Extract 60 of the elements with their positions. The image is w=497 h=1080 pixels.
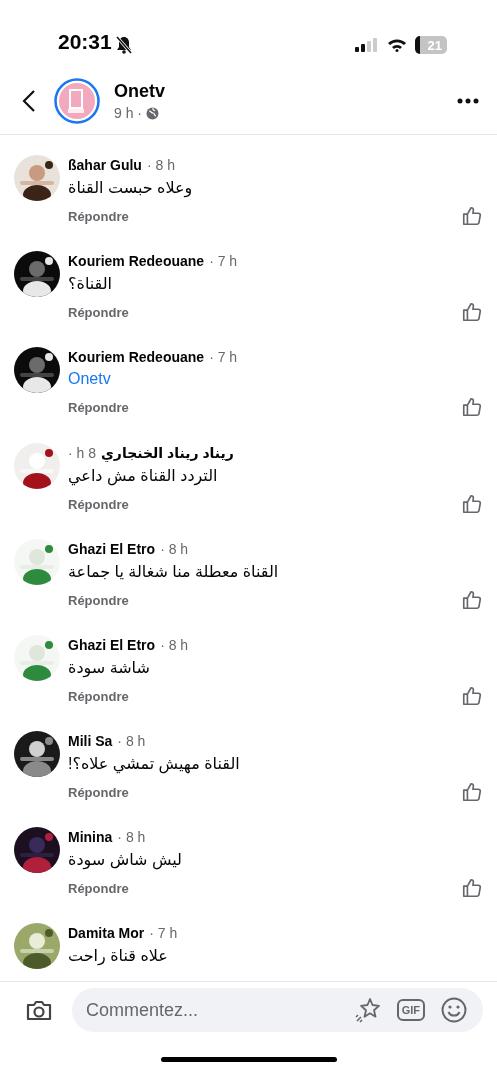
comment-field[interactable]: Commentez... GIF	[72, 988, 483, 1032]
page-title: Onetv	[114, 81, 165, 102]
mention-link[interactable]: Onetv	[68, 370, 111, 388]
like-icon[interactable]	[461, 205, 483, 227]
camera-icon[interactable]	[26, 999, 52, 1021]
reply-link[interactable]: Répondre	[68, 688, 129, 704]
like-icon[interactable]	[461, 781, 483, 803]
battery-level: 21	[414, 36, 447, 54]
like-icon[interactable]	[461, 396, 483, 418]
more-options-icon[interactable]	[457, 98, 479, 104]
comment-author[interactable]: Mili Sa	[68, 733, 113, 749]
comment-time: · 7 h	[149, 925, 178, 941]
gif-button[interactable]: GIF	[396, 999, 425, 1021]
emoji-icon[interactable]	[441, 997, 467, 1023]
reply-link[interactable]: Répondre	[68, 880, 129, 896]
comment-text: شاشة سودة	[68, 658, 150, 677]
comment-text: القناة؟	[68, 274, 112, 293]
comment-author[interactable]: Ghazi El Etro	[68, 541, 156, 557]
comment-text: التردد القناة مش داعي	[68, 466, 218, 485]
home-indicator[interactable]	[160, 1056, 337, 1062]
reply-link[interactable]: Répondre	[68, 399, 129, 415]
comment-text: القناة معطلة منا شغالة يا جماعة	[68, 562, 279, 581]
bell-off-icon	[115, 36, 132, 54]
comment-text: ليش شاش سودة	[68, 850, 182, 869]
comment-author[interactable]: Damita Mor	[68, 925, 145, 941]
like-icon[interactable]	[461, 685, 483, 707]
comment-time: · 8 h	[160, 637, 189, 653]
comment-time: · 7 h	[209, 253, 238, 269]
comment-author[interactable]: Kouriem Redeouane	[68, 253, 205, 269]
like-icon[interactable]	[461, 301, 483, 323]
comment-time: · 8 h	[117, 829, 146, 845]
clock-time: 20:31	[58, 30, 112, 54]
comment-text: وعلاه حبست القناة	[68, 178, 193, 197]
back-icon[interactable]	[22, 89, 36, 113]
reply-link[interactable]: Répondre	[68, 496, 129, 512]
comment-author[interactable]: ßahar Gulu	[68, 157, 142, 173]
comment-author[interactable]: Kouriem Redeouane	[68, 349, 205, 365]
comment-author[interactable]: Minina	[68, 829, 113, 845]
comment-time: · 7 h	[209, 349, 238, 365]
comment-text: القناة مهيش تمشي علاه؟!	[68, 754, 240, 773]
signal-icon	[354, 38, 379, 52]
comment-time: · 8 h	[146, 157, 175, 173]
comment-time: h 8 ·	[68, 445, 97, 461]
like-icon[interactable]	[461, 589, 483, 611]
sparkle-star-icon[interactable]	[354, 997, 381, 1023]
globe-icon	[146, 106, 159, 120]
comment-time: · 8 h	[160, 541, 189, 557]
comment-time: · 8 h	[117, 733, 146, 749]
wifi-icon	[386, 38, 407, 52]
post-time: 9 h ·	[114, 105, 142, 121]
reply-link[interactable]: Répondre	[68, 304, 129, 320]
comment-author[interactable]: Ghazi El Etro	[68, 637, 156, 653]
reply-link[interactable]: Répondre	[68, 784, 129, 800]
comment-text: علاه قناة راحت	[68, 946, 168, 965]
channel-logo-icon[interactable]	[54, 78, 100, 124]
reply-link[interactable]: Répondre	[68, 592, 129, 608]
like-icon[interactable]	[461, 493, 483, 515]
like-icon[interactable]	[461, 877, 483, 899]
comment-author[interactable]: ريناد ريناد الخنجاري	[101, 445, 234, 461]
reply-link[interactable]: Répondre	[68, 208, 129, 224]
